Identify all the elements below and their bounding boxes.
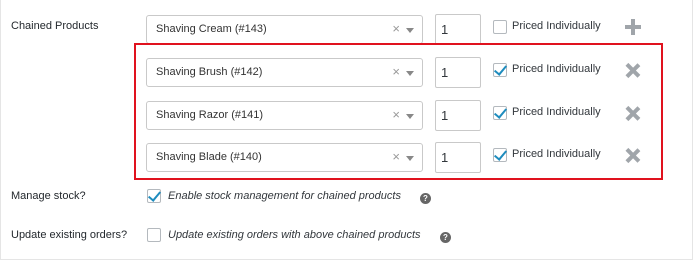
chained-products-label: Chained Products	[11, 20, 99, 32]
priced-individually-checkbox-2[interactable]	[493, 106, 507, 120]
help-icon[interactable]: ?	[440, 232, 451, 243]
product-select-value: Shaving Brush (#142)	[156, 66, 263, 78]
remove-icon[interactable]	[625, 106, 640, 121]
product-select-0[interactable]: Shaving Cream (#143) ×	[146, 15, 423, 44]
product-select-value: Shaving Razor (#141)	[156, 109, 264, 121]
priced-individually-label: Priced Individually	[512, 20, 601, 32]
priced-individually-checkbox-1[interactable]	[493, 63, 507, 77]
clear-icon[interactable]: ×	[392, 65, 400, 79]
quantity-input-0[interactable]	[435, 14, 481, 45]
product-select-1[interactable]: Shaving Brush (#142) ×	[146, 58, 423, 87]
clear-icon[interactable]: ×	[392, 108, 400, 122]
update-orders-label: Update existing orders?	[11, 229, 128, 241]
help-icon[interactable]: ?	[420, 193, 431, 204]
clear-icon[interactable]: ×	[392, 150, 400, 164]
remove-icon[interactable]	[625, 148, 640, 163]
product-select-2[interactable]: Shaving Razor (#141) ×	[146, 101, 423, 130]
priced-individually-label: Priced Individually	[512, 63, 601, 75]
manage-stock-checkbox[interactable]	[147, 189, 161, 203]
priced-individually-checkbox-3[interactable]	[493, 148, 507, 162]
manage-stock-checkbox-label: Enable stock management for chained prod…	[168, 190, 401, 202]
chevron-down-icon[interactable]	[406, 71, 414, 76]
manage-stock-label: Manage stock?	[11, 190, 86, 202]
quantity-input-1[interactable]	[435, 57, 481, 88]
remove-icon[interactable]	[625, 63, 640, 78]
quantity-input-2[interactable]	[435, 100, 481, 131]
product-select-value: Shaving Blade (#140)	[156, 151, 262, 163]
priced-individually-label: Priced Individually	[512, 106, 601, 118]
product-select-value: Shaving Cream (#143)	[156, 23, 267, 35]
chevron-down-icon[interactable]	[406, 28, 414, 33]
update-orders-checkbox[interactable]	[147, 228, 161, 242]
update-orders-checkbox-label: Update existing orders with above chaine…	[168, 229, 421, 241]
priced-individually-checkbox-0[interactable]	[493, 20, 507, 34]
product-select-3[interactable]: Shaving Blade (#140) ×	[146, 143, 423, 172]
chevron-down-icon[interactable]	[406, 156, 414, 161]
plus-icon[interactable]	[625, 19, 641, 35]
priced-individually-label: Priced Individually	[512, 148, 601, 160]
clear-icon[interactable]: ×	[392, 22, 400, 36]
chevron-down-icon[interactable]	[406, 114, 414, 119]
quantity-input-3[interactable]	[435, 142, 481, 173]
